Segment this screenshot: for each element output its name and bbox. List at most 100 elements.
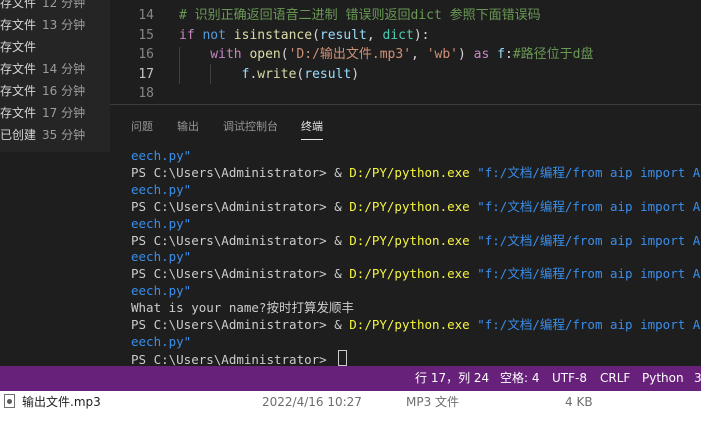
file-type: MP3 文件 xyxy=(406,395,460,409)
terminal-cursor xyxy=(338,349,348,366)
code-token: 'D:/输出文件.mp3' xyxy=(288,47,412,62)
terminal-executable: D:/PY/python.exe xyxy=(349,232,470,248)
terminal-operator: & xyxy=(334,164,350,180)
background-file-list: 存文件 12 分钟 存文件 13 分钟 存文件 存文件 14 分钟 存文件 16 分钟 存文件 17… xyxy=(0,0,110,152)
terminal-line: PS C:\Users\Administrator> & D:/PY/pytho… xyxy=(131,198,701,215)
terminal-output: What is your name?按时打算发顺丰 xyxy=(131,300,354,316)
code-token: ): xyxy=(413,27,430,43)
terminal-prompt: PS C:\Users\Administrator> xyxy=(131,232,335,248)
terminal-executable: D:/PY/python.exe xyxy=(349,317,470,332)
terminal-prompt: PS C:\Users\Administrator> xyxy=(131,198,335,214)
terminal-line: PS C:\Users\Administrator> xyxy=(131,349,348,366)
code-token: ) xyxy=(351,66,360,82)
terminal-line: What is your name?按时打算发顺丰 xyxy=(131,299,354,316)
list-item-name: 存文件 xyxy=(0,18,37,32)
terminal-argument: "f:/文档/编程/from aip import AipSp xyxy=(477,164,701,180)
code-token: , xyxy=(411,47,427,62)
code-token: , xyxy=(366,27,383,43)
code-line[interactable]: 18 xyxy=(110,84,701,104)
list-item-time: 14 分钟 xyxy=(42,62,86,76)
code-text: if not isinstance(result, dict): xyxy=(179,26,430,46)
terminal-operator: & xyxy=(334,198,350,214)
line-number: 16 xyxy=(138,47,154,62)
terminal-line: eech.py" xyxy=(131,282,191,299)
statusbar-left-strip xyxy=(0,366,110,391)
code-token: f xyxy=(497,47,505,62)
encoding[interactable]: UTF-8 xyxy=(552,366,587,391)
tab-problems[interactable]: 问题 xyxy=(131,119,153,139)
list-item-name: 存文件 xyxy=(0,0,37,10)
terminal-executable: D:/PY/python.exe xyxy=(349,164,470,180)
list-item-name: 存文件 xyxy=(0,106,37,120)
panel-tabs: 问题 输出 调试控制台 终端 xyxy=(110,104,701,145)
terminal-prompt: PS C:\Users\Administrator> xyxy=(131,164,335,180)
terminal-line: eech.py" xyxy=(131,248,191,265)
terminal-wrapped-text: eech.py" xyxy=(131,215,192,231)
terminal-wrapped-text: eech.py" xyxy=(131,249,192,265)
terminal-prompt: PS C:\Users\Administrator> xyxy=(131,266,335,282)
tab-debug-console[interactable]: 调试控制台 xyxy=(223,119,278,139)
list-item-time: 16 分钟 xyxy=(42,84,86,98)
code-token: ) xyxy=(458,47,474,62)
list-item-time: 12 分钟 xyxy=(42,0,86,10)
line-number: 18 xyxy=(138,86,154,101)
terminal-argument: "f:/文档/编程/from aip import AipSp xyxy=(477,266,701,282)
list-item-name: 已创建 xyxy=(0,128,37,142)
list-item-name: 存文件 xyxy=(0,40,37,54)
file-size: 4 KB xyxy=(565,395,593,409)
terminal-prompt: PS C:\Users\Administrator> xyxy=(131,317,335,332)
status-extra[interactable]: 3 xyxy=(694,366,701,391)
terminal-line: eech.py" xyxy=(131,181,191,198)
explorer-file-row[interactable]: 输出文件.mp3 2022/4/16 10:27 MP3 文件 4 KB xyxy=(0,391,701,428)
list-item[interactable]: 存文件 12 分钟 xyxy=(0,0,110,14)
list-item-name: 存文件 xyxy=(0,62,37,76)
list-item-time: 17 分钟 xyxy=(42,106,86,120)
list-item[interactable]: 存文件 13 分钟 xyxy=(0,14,110,36)
line-number: 17 xyxy=(138,66,154,82)
list-item[interactable]: 存文件 16 分钟 xyxy=(0,80,110,102)
code-token: ( xyxy=(312,27,320,43)
code-token: : xyxy=(504,47,513,62)
list-item[interactable]: 存文件 14 分钟 xyxy=(0,58,110,80)
code-token: dict xyxy=(382,27,414,43)
list-item[interactable]: 存文件 xyxy=(0,36,110,58)
terminal-line: eech.py" xyxy=(131,215,191,232)
code-editor[interactable]: 14 # 识别正确返回语音二进制 错误则返回dict 参照下面错误码 15 if no… xyxy=(110,0,701,104)
code-token: result xyxy=(319,27,367,43)
code-token: #路径位于d盘 xyxy=(512,47,594,62)
terminal-executable: D:/PY/python.exe xyxy=(349,198,470,214)
line-number: 14 xyxy=(138,8,154,23)
terminal-line: eech.py" xyxy=(131,333,191,350)
code-token: open xyxy=(249,47,281,62)
file-date: 2022/4/16 10:27 xyxy=(262,395,362,409)
terminal-wrapped-text: eech.py" xyxy=(131,148,192,163)
file-name: 输出文件.mp3 xyxy=(22,395,101,409)
language-mode[interactable]: Python xyxy=(642,366,684,391)
terminal-line: PS C:\Users\Administrator> & D:/PY/pytho… xyxy=(131,316,701,333)
code-line[interactable]: 17 f.write(result) xyxy=(110,65,701,85)
list-item[interactable]: 已创建 35 分钟 xyxy=(0,124,110,146)
cursor-position[interactable]: 行 17，列 24 xyxy=(415,366,489,391)
audio-file-icon xyxy=(4,394,15,408)
terminal-operator: & xyxy=(334,232,350,248)
code-token: ( xyxy=(280,47,289,62)
list-item-name: 存文件 xyxy=(0,84,37,98)
code-token: 'wb' xyxy=(426,47,459,62)
line-number: 15 xyxy=(138,27,154,43)
code-token: write xyxy=(257,66,297,82)
indentation[interactable]: 空格: 4 xyxy=(500,366,540,391)
line-ending[interactable]: CRLF xyxy=(600,366,630,391)
code-text: f.write(result) xyxy=(179,65,359,85)
code-line[interactable]: 15 if not isinstance(result, dict): xyxy=(110,26,701,46)
code-token: # 识别正确返回语音二进制 错误则返回dict 参照下面错误码 xyxy=(179,8,541,23)
terminal-prompt: PS C:\Users\Administrator> xyxy=(131,351,335,366)
code-line[interactable]: 16 with open('D:/输出文件.mp3', 'wb') as f:#… xyxy=(110,45,701,65)
tab-terminal[interactable]: 终端 xyxy=(301,119,323,140)
code-line[interactable]: 14 # 识别正确返回语音二进制 错误则返回dict 参照下面错误码 xyxy=(110,6,701,26)
list-item[interactable]: 存文件 17 分钟 xyxy=(0,102,110,124)
terminal-wrapped-text: eech.py" xyxy=(131,181,192,197)
terminal[interactable]: eech.py" PS C:\Users\Administrator> & D:/… xyxy=(110,144,701,366)
code-token: not xyxy=(202,27,234,43)
tab-output[interactable]: 输出 xyxy=(177,119,199,139)
